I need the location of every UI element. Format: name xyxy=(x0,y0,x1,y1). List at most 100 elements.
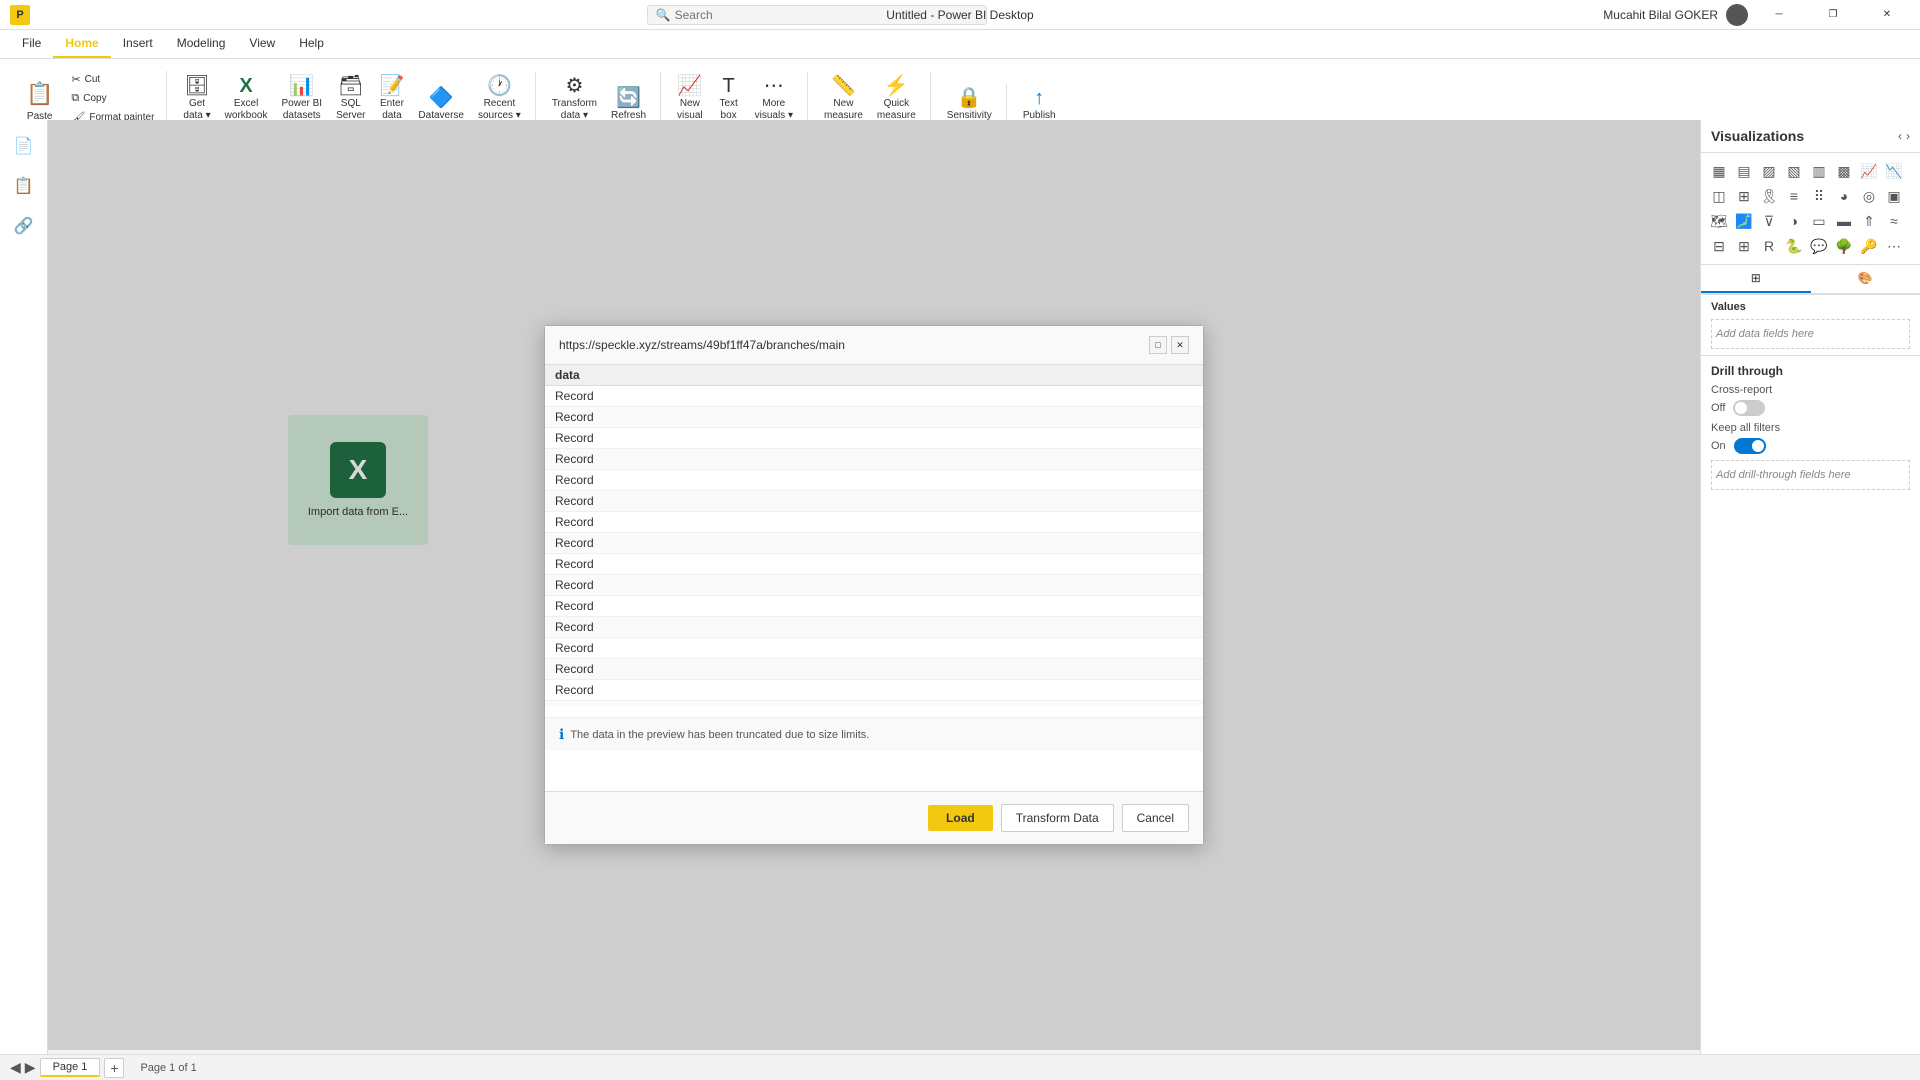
tab-modeling[interactable]: Modeling xyxy=(165,30,238,58)
table-row[interactable]: Record xyxy=(545,638,1203,659)
close-button[interactable]: ✕ xyxy=(1864,0,1910,30)
viz-card[interactable]: ▭ xyxy=(1807,209,1831,233)
viz-line[interactable]: 📈 xyxy=(1857,159,1881,183)
table-row[interactable]: Record xyxy=(545,533,1203,554)
table-row[interactable]: Record xyxy=(545,491,1203,512)
transform-data-button[interactable]: ⚙ Transformdata ▾ xyxy=(546,72,603,126)
viz-matrix[interactable]: ⊞ xyxy=(1732,234,1756,258)
table-row[interactable]: Record xyxy=(545,428,1203,449)
arrow-left[interactable]: ‹ xyxy=(1898,129,1902,143)
sql-server-button[interactable]: 🗃 SQLServer xyxy=(330,72,371,126)
add-page-button[interactable]: + xyxy=(104,1058,124,1078)
modal-close-button[interactable]: ✕ xyxy=(1171,336,1189,354)
table-row[interactable]: Record xyxy=(545,407,1203,428)
cross-report-toggle[interactable] xyxy=(1733,400,1765,416)
cut-button[interactable]: ✂ Cut xyxy=(67,71,158,88)
viz-ribbon[interactable]: 🎗 xyxy=(1757,184,1781,208)
minimize-button[interactable]: ─ xyxy=(1756,0,1802,30)
table-row[interactable]: Record xyxy=(545,386,1203,407)
table-row[interactable]: Record xyxy=(545,596,1203,617)
arrow-right[interactable]: › xyxy=(1906,129,1910,143)
viz-decomp-tree[interactable]: 🌳 xyxy=(1832,234,1856,258)
table-body: RecordRecordRecordRecordRecordRecordReco… xyxy=(545,386,1203,706)
table-row[interactable]: Record xyxy=(545,701,1203,706)
text-box-button[interactable]: T Textbox xyxy=(711,72,747,126)
title-bar: P Untitled - Power BI Desktop 🔍 Mucahit … xyxy=(0,0,1920,30)
new-measure-button[interactable]: 📏 Newmeasure xyxy=(818,72,869,126)
paste-button[interactable]: 📋 Paste xyxy=(18,77,61,126)
table-row[interactable]: Record xyxy=(545,659,1203,680)
values-drop-zone[interactable]: Add data fields here xyxy=(1711,319,1910,349)
load-button[interactable]: Load xyxy=(928,805,993,831)
viz-treemap[interactable]: ▣ xyxy=(1882,184,1906,208)
tab-help[interactable]: Help xyxy=(287,30,336,58)
model-view-button[interactable]: 🔗 xyxy=(6,208,42,244)
table-row[interactable]: Record xyxy=(545,554,1203,575)
viz-clustered-bar[interactable]: ▤ xyxy=(1732,159,1756,183)
viz-r-script[interactable]: R xyxy=(1757,234,1781,258)
viz-100-col[interactable]: ▩ xyxy=(1832,159,1856,183)
recent-sources-icon: 🕐 xyxy=(487,76,512,96)
enter-data-button[interactable]: 📝 Enterdata xyxy=(374,72,411,126)
viz-table[interactable]: ⊟ xyxy=(1707,234,1731,258)
table-row[interactable]: Record xyxy=(545,470,1203,491)
viz-key-influencers[interactable]: 🔑 xyxy=(1857,234,1881,258)
power-bi-datasets-button[interactable]: 📊 Power BIdatasets xyxy=(275,72,328,126)
viz-donut[interactable]: ◎ xyxy=(1857,184,1881,208)
record-cell: Record xyxy=(555,515,594,529)
scroll-right-icon[interactable]: ▶ xyxy=(25,1059,36,1076)
viz-gauge[interactable]: ◑ xyxy=(1782,209,1806,233)
table-row[interactable]: Record xyxy=(545,512,1203,533)
report-view-button[interactable]: 📄 xyxy=(6,128,42,164)
table-row[interactable]: Record xyxy=(545,575,1203,596)
viz-line-col[interactable]: ⊞ xyxy=(1732,184,1756,208)
new-visual-button[interactable]: 📈 Newvisual xyxy=(671,72,709,126)
table-row[interactable]: Record xyxy=(545,680,1203,701)
viz-qa[interactable]: 💬 xyxy=(1807,234,1831,258)
tab-view[interactable]: View xyxy=(237,30,287,58)
viz-stacked-area[interactable]: ◫ xyxy=(1707,184,1731,208)
cross-report-toggle-row: Off xyxy=(1711,400,1910,416)
viz-tab-format[interactable]: 🎨 xyxy=(1811,265,1920,293)
modal-maximize-button[interactable]: □ xyxy=(1149,336,1167,354)
table-row[interactable]: Record xyxy=(545,449,1203,470)
viz-python[interactable]: 🐍 xyxy=(1782,234,1806,258)
values-label: Values xyxy=(1711,301,1910,313)
viz-multirow-card[interactable]: ▬ xyxy=(1832,209,1856,233)
viz-funnel[interactable]: ⊽ xyxy=(1757,209,1781,233)
cancel-button[interactable]: Cancel xyxy=(1122,804,1189,832)
viz-stacked-col[interactable]: ▧ xyxy=(1782,159,1806,183)
viz-waterfall[interactable]: ≡ xyxy=(1782,184,1806,208)
tab-file[interactable]: File xyxy=(10,30,53,58)
viz-pie[interactable]: ◕ xyxy=(1832,184,1856,208)
viz-map[interactable]: 🗺 xyxy=(1707,209,1731,233)
keep-all-filters-toggle[interactable] xyxy=(1734,438,1766,454)
viz-scatter[interactable]: ⠿ xyxy=(1807,184,1831,208)
viz-filled-map[interactable]: 🗾 xyxy=(1732,209,1756,233)
page-1-tab[interactable]: Page 1 xyxy=(40,1058,101,1077)
viz-kpi[interactable]: ⇑ xyxy=(1857,209,1881,233)
scroll-left-icon[interactable]: ◀ xyxy=(10,1059,21,1076)
format-icon: 🎨 xyxy=(1858,271,1873,285)
copy-button[interactable]: ⧉ Copy xyxy=(67,90,158,107)
viz-clustered-col[interactable]: ▥ xyxy=(1807,159,1831,183)
transform-data-button[interactable]: Transform Data xyxy=(1001,804,1114,832)
viz-stacked-bar[interactable]: ▦ xyxy=(1707,159,1731,183)
tab-home[interactable]: Home xyxy=(53,30,110,58)
viz-tab-build[interactable]: ⊞ xyxy=(1701,265,1811,293)
table-view-button[interactable]: 📋 xyxy=(6,168,42,204)
excel-workbook-button[interactable]: X Excelworkbook xyxy=(219,72,274,126)
get-data-button[interactable]: 🗄 Getdata ▾ xyxy=(177,72,216,126)
drill-through-title: Drill through xyxy=(1711,364,1910,378)
table-row[interactable]: Record xyxy=(545,617,1203,638)
drill-fields-drop-zone[interactable]: Add drill-through fields here xyxy=(1711,460,1910,490)
recent-sources-button[interactable]: 🕐 Recentsources ▾ xyxy=(472,72,527,126)
restore-button[interactable]: ❐ xyxy=(1810,0,1856,30)
viz-area[interactable]: 📉 xyxy=(1882,159,1906,183)
viz-100-bar[interactable]: ▨ xyxy=(1757,159,1781,183)
tab-insert[interactable]: Insert xyxy=(111,30,165,58)
viz-more[interactable]: ⋯ xyxy=(1882,234,1906,258)
quick-measure-button[interactable]: ⚡ Quickmeasure xyxy=(871,72,922,126)
more-visuals-button[interactable]: ⋯ Morevisuals ▾ xyxy=(749,72,799,126)
viz-slicer[interactable]: ≈ xyxy=(1882,209,1906,233)
